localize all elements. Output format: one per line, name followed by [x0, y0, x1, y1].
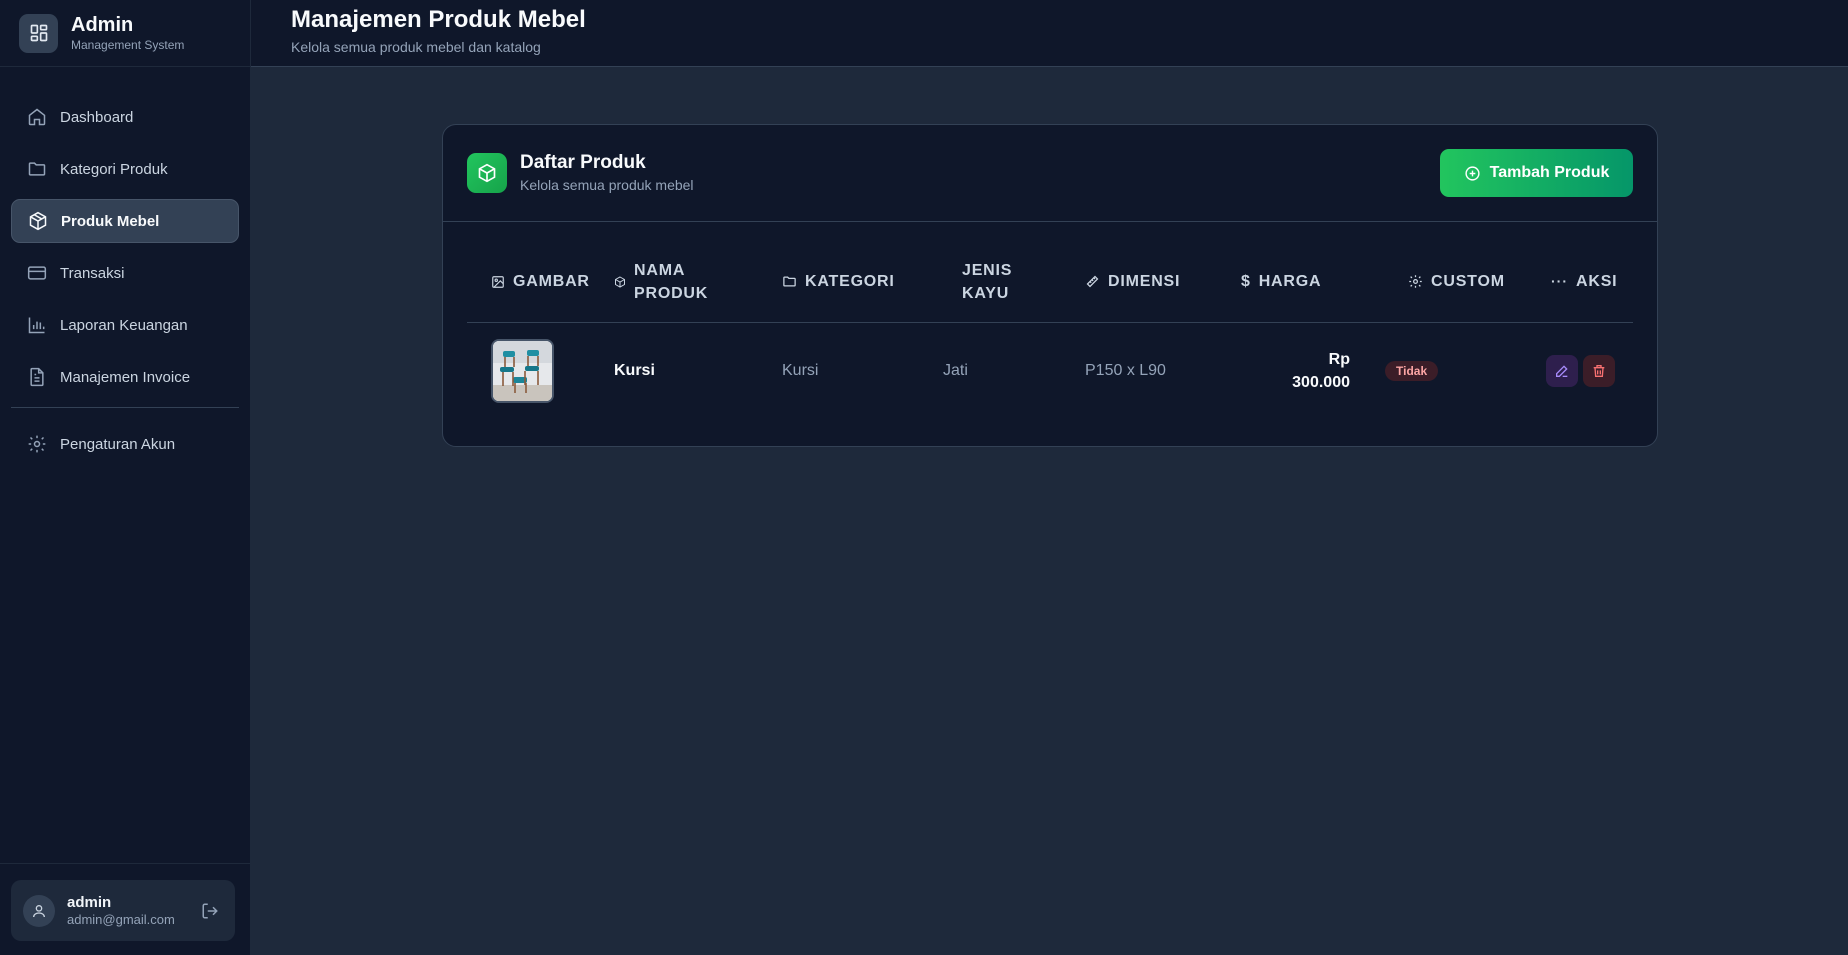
column-header-kategori[interactable]: Kategori	[782, 242, 943, 323]
column-label: Nama Produk	[634, 261, 709, 302]
column-label: Gambar	[513, 273, 590, 291]
card-header: Daftar Produk Kelola semua produk mebel …	[443, 125, 1657, 222]
sidebar-item-laporan-keuangan[interactable]: Laporan Keuangan	[11, 303, 239, 347]
column-header-gambar[interactable]: Gambar	[467, 242, 614, 323]
credit-card-icon	[27, 263, 47, 283]
column-header-custom[interactable]: Custom	[1362, 242, 1511, 323]
sidebar-item-label: Dashboard	[60, 108, 134, 126]
chairs-image-icon	[493, 341, 552, 402]
column-header-dimensi[interactable]: Dimensi	[1085, 242, 1235, 323]
sidebar-nav: Dashboard Kategori Produk Produk Mebel T…	[0, 67, 250, 466]
cell-kategori: Kursi	[782, 362, 819, 380]
bar-chart-icon	[27, 315, 47, 335]
box-icon	[28, 211, 48, 231]
brand-title: Admin	[71, 14, 134, 36]
dashboard-grid-icon	[19, 13, 58, 53]
user-email: admin@gmail.com	[67, 911, 175, 927]
column-label: Kategori	[805, 273, 895, 291]
sidebar-item-produk-mebel[interactable]: Produk Mebel	[11, 199, 239, 243]
sidebar-item-label: Pengaturan Akun	[60, 435, 176, 453]
nav-divider	[11, 407, 239, 408]
sidebar-item-kategori-produk[interactable]: Kategori Produk	[11, 147, 239, 191]
cell-jenis-kayu: Jati	[943, 362, 968, 380]
image-icon	[491, 275, 505, 289]
column-header-harga[interactable]: $ Harga	[1235, 242, 1362, 323]
sidebar-item-manajemen-invoice[interactable]: Manajemen Invoice	[11, 355, 239, 399]
cell-gambar	[467, 322, 614, 420]
more-horizontal-icon: ···	[1551, 273, 1568, 290]
card-title: Daftar Produk	[520, 151, 646, 173]
gear-icon	[1408, 274, 1423, 289]
page-subtitle: Kelola semua produk mebel dan katalog	[291, 39, 541, 55]
sidebar-item-transaksi[interactable]: Transaksi	[11, 251, 239, 295]
page-title: Manajemen Produk Mebel	[291, 6, 586, 33]
column-header-jenis-kayu[interactable]: Jenis Kayu	[943, 242, 1085, 323]
product-thumbnail[interactable]	[491, 339, 554, 404]
column-header-nama-produk[interactable]: Nama Produk	[614, 242, 782, 323]
table-row: Kursi Kursi Jati P150 x L90 Rp 300.000 T…	[467, 322, 1633, 420]
cell-nama-produk: Kursi	[614, 362, 655, 380]
plus-circle-icon	[1464, 165, 1481, 182]
column-label: Dimensi	[1108, 273, 1181, 291]
user-name: admin	[67, 893, 112, 911]
cell-harga: Rp 300.000	[1235, 322, 1362, 420]
column-label: Harga	[1258, 273, 1322, 291]
sidebar: Admin Management System Dashboard Katego…	[0, 0, 251, 955]
add-product-button[interactable]: Tambah Produk	[1440, 149, 1633, 197]
gear-icon	[27, 434, 47, 454]
cell-custom: Tidak	[1362, 322, 1511, 420]
user-card: admin admin@gmail.com	[11, 880, 235, 941]
box-icon	[614, 276, 626, 288]
edit-button[interactable]	[1546, 355, 1578, 388]
column-header-aksi[interactable]: ··· Aksi	[1511, 242, 1633, 323]
sidebar-item-label: Laporan Keuangan	[60, 316, 188, 334]
add-product-label: Tambah Produk	[1489, 164, 1610, 181]
file-text-icon	[27, 367, 47, 387]
logout-icon[interactable]	[201, 902, 219, 920]
column-label: Aksi	[1576, 273, 1618, 291]
sidebar-item-pengaturan-akun[interactable]: Pengaturan Akun	[11, 422, 239, 466]
status-badge: Tidak	[1385, 361, 1439, 382]
pencil-icon	[1556, 365, 1568, 378]
sidebar-item-label: Transaksi	[60, 264, 125, 282]
footer-divider	[0, 863, 251, 864]
price-value: 300.000	[1292, 374, 1350, 392]
dollar-icon: $	[1241, 273, 1251, 291]
card-subtitle: Kelola semua produk mebel	[520, 176, 694, 193]
folder-icon	[27, 159, 47, 179]
sidebar-item-dashboard[interactable]: Dashboard	[11, 95, 239, 139]
cell-aksi	[1511, 322, 1633, 420]
box-icon	[467, 153, 507, 193]
ruler-icon	[1085, 274, 1100, 289]
table-header-row: Gambar Nama Produk Kategori	[467, 242, 1633, 323]
product-table: Gambar Nama Produk Kategori	[467, 242, 1633, 420]
user-icon	[23, 894, 55, 927]
delete-button[interactable]	[1583, 355, 1615, 388]
trash-icon	[1593, 365, 1605, 378]
product-list-card: Daftar Produk Kelola semua produk mebel …	[442, 124, 1658, 447]
column-label: Jenis Kayu	[962, 261, 1013, 302]
folder-icon	[782, 274, 797, 289]
page-header: Manajemen Produk Mebel Kelola semua prod…	[251, 0, 1848, 67]
column-label: Custom	[1431, 273, 1505, 291]
cell-dimensi: P150 x L90	[1085, 362, 1166, 380]
sidebar-item-label: Produk Mebel	[61, 212, 160, 230]
brand-subtitle: Management System	[71, 38, 185, 52]
price-currency: Rp	[1328, 351, 1350, 369]
home-icon	[27, 107, 47, 127]
sidebar-item-label: Kategori Produk	[60, 160, 168, 178]
brand: Admin Management System	[0, 0, 250, 67]
sidebar-item-label: Manajemen Invoice	[60, 368, 191, 386]
